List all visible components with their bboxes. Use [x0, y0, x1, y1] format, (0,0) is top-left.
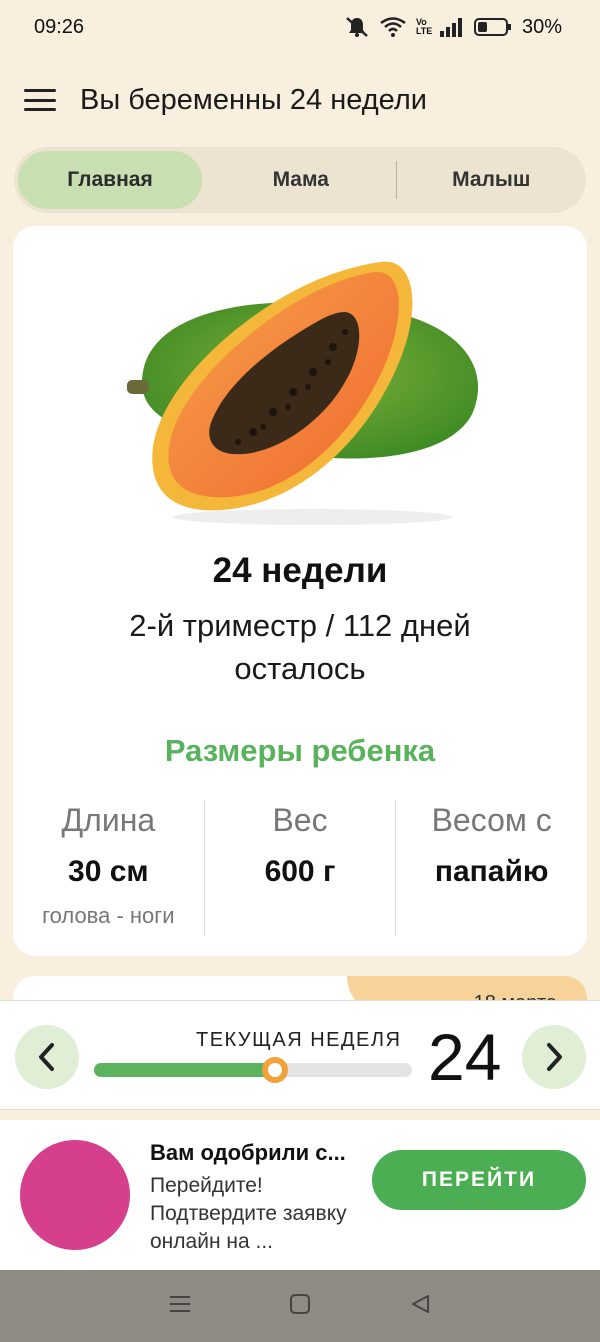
progress-fill — [94, 1063, 276, 1077]
previous-week-button[interactable] — [15, 1025, 79, 1089]
back-icon[interactable] — [409, 1293, 431, 1320]
week-title: 24 недели — [212, 551, 388, 590]
week-progress-slider[interactable] — [94, 1057, 412, 1083]
sizes-title: Размеры ребенка — [164, 733, 436, 768]
current-week-number: 24 — [428, 1020, 502, 1094]
volte-icon: Vo LTE — [415, 17, 433, 36]
status-icons: Vo LTE 30% — [344, 16, 562, 39]
system-navigation-bar — [0, 1270, 600, 1342]
app-bar: Вы беременны 24 недели — [0, 70, 600, 130]
papaya-image — [127, 261, 479, 525]
size-value: 30 см — [68, 855, 149, 888]
week-card: 24 недели 2-й триместр / 112 дней остало… — [13, 226, 587, 956]
size-comparison: Весом с папайю — [395, 800, 587, 936]
chevron-right-icon — [547, 1043, 562, 1071]
ad-text: Перейдите! Подтвердите заявку онлайн на … — [150, 1174, 347, 1253]
battery-icon — [473, 17, 512, 37]
menu-icon[interactable] — [24, 89, 56, 111]
trimester-info: 2-й триместр / 112 дней осталось — [129, 608, 471, 686]
home-icon[interactable] — [289, 1293, 311, 1320]
size-label: Длина — [61, 802, 156, 838]
ad-title: Вам одобрили с... — [150, 1140, 346, 1165]
size-note: голова - ноги — [42, 903, 175, 928]
chevron-left-icon — [39, 1043, 54, 1071]
size-value: папайю — [434, 855, 549, 888]
tab-baby[interactable]: Малыш — [397, 147, 587, 213]
week-navigation: ТЕКУЩАЯ НЕДЕЛЯ 24 — [0, 1000, 600, 1110]
current-week-label: ТЕКУЩАЯ НЕДЕЛЯ — [196, 1029, 402, 1051]
tab-bar: Главная Мама Малыш — [14, 147, 586, 213]
tab-mom[interactable]: Мама — [206, 147, 396, 213]
status-time: 09:26 — [34, 15, 85, 38]
battery-percent: 30% — [521, 15, 562, 38]
page-title: Вы беременны 24 недели — [80, 83, 427, 116]
size-weight: Вес 600 г — [203, 800, 396, 936]
recent-apps-icon[interactable] — [169, 1294, 191, 1319]
mute-icon — [344, 16, 370, 38]
ad-banner[interactable]: Вам одобрили с... Перейдите! Подтвердите… — [0, 1120, 600, 1270]
wifi-icon — [380, 17, 406, 37]
signal-icon — [439, 17, 464, 37]
ad-go-button[interactable]: ПЕРЕЙТИ — [372, 1150, 586, 1210]
size-label: Вес — [272, 802, 328, 838]
ad-avatar — [20, 1140, 130, 1250]
size-label: Весом с — [431, 802, 552, 838]
status-bar: 09:26 Vo LTE 30% — [0, 0, 600, 54]
progress-thumb[interactable] — [262, 1057, 289, 1083]
size-value: 600 г — [264, 855, 336, 888]
next-week-button[interactable] — [522, 1025, 586, 1089]
size-length: Длина 30 см голова - ноги — [13, 800, 204, 936]
sizes-grid: Длина 30 см голова - ноги Вес 600 г Весо… — [13, 800, 587, 936]
tab-main[interactable]: Главная — [18, 151, 202, 209]
